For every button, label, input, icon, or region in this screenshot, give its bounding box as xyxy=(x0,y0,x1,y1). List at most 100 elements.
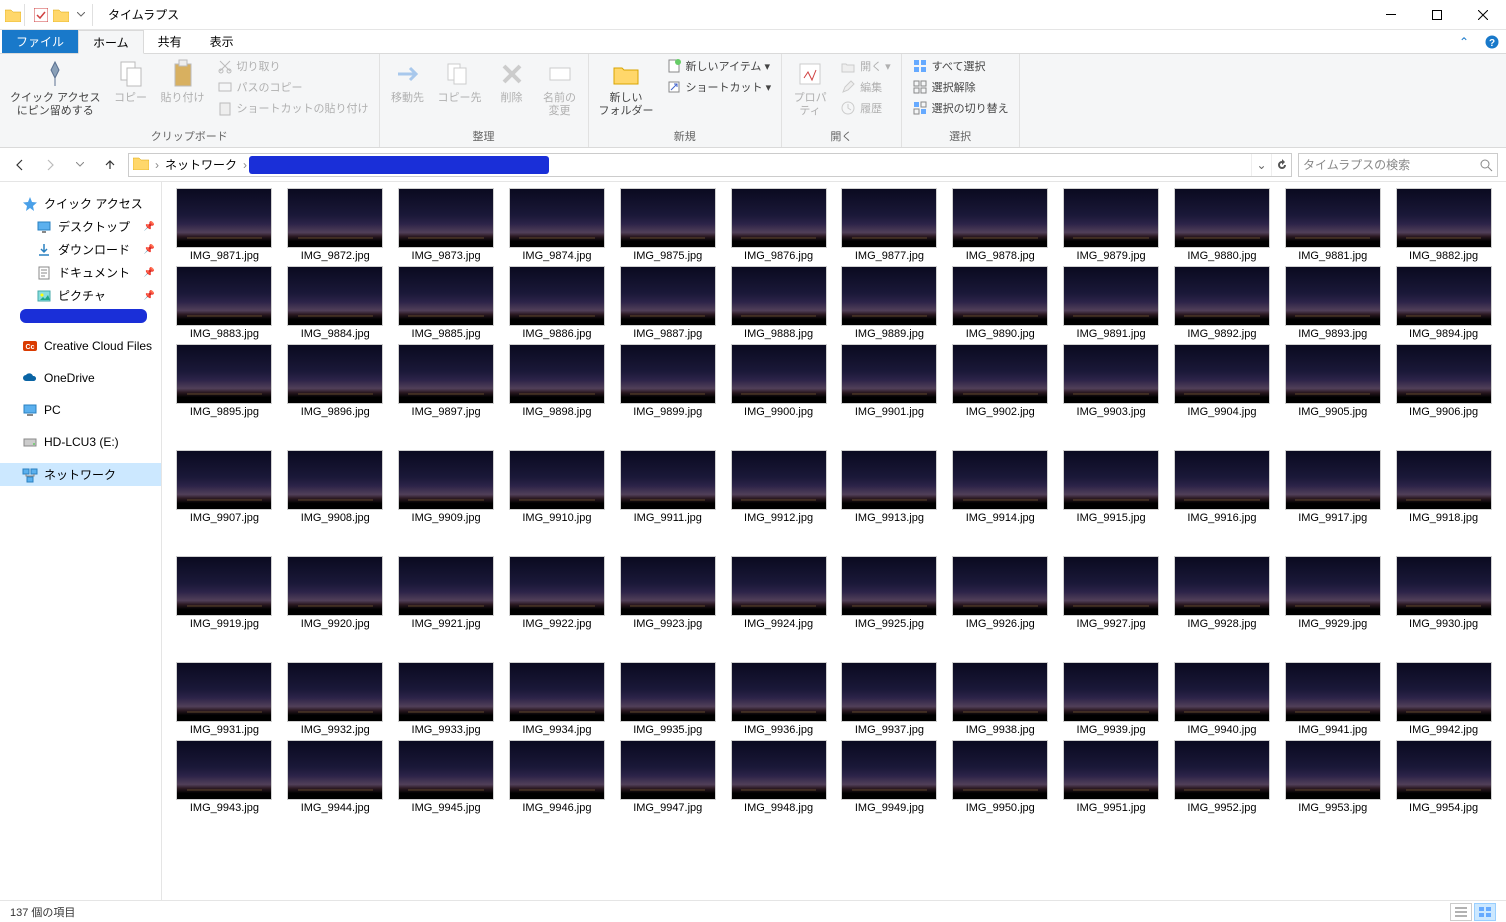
file-item[interactable]: IMG_9876.jpg xyxy=(726,188,831,262)
sidebar-item[interactable]: OneDrive xyxy=(0,367,161,389)
sidebar-item[interactable]: PC xyxy=(0,399,161,421)
file-item[interactable]: IMG_9948.jpg xyxy=(726,740,831,814)
file-item[interactable]: IMG_9912.jpg xyxy=(726,450,831,524)
file-item[interactable]: IMG_9944.jpg xyxy=(283,740,388,814)
file-item[interactable]: IMG_9919.jpg xyxy=(172,556,277,630)
file-item[interactable]: IMG_9933.jpg xyxy=(394,662,499,736)
copy-button[interactable]: コピー xyxy=(109,56,153,107)
refresh-button[interactable] xyxy=(1271,154,1291,176)
up-button[interactable] xyxy=(98,153,122,177)
file-item[interactable]: IMG_9917.jpg xyxy=(1280,450,1385,524)
file-item[interactable]: IMG_9950.jpg xyxy=(948,740,1053,814)
file-item[interactable]: IMG_9949.jpg xyxy=(837,740,942,814)
help-icon[interactable]: ? xyxy=(1478,30,1506,53)
file-item[interactable]: IMG_9884.jpg xyxy=(283,266,388,340)
cut-button[interactable]: 切り取り xyxy=(213,56,373,76)
file-item[interactable]: IMG_9883.jpg xyxy=(172,266,277,340)
file-item[interactable]: IMG_9872.jpg xyxy=(283,188,388,262)
file-item[interactable]: IMG_9889.jpg xyxy=(837,266,942,340)
paste-button[interactable]: 貼り付け xyxy=(157,56,209,107)
file-item[interactable]: IMG_9906.jpg xyxy=(1391,344,1496,418)
tab-view[interactable]: 表示 xyxy=(196,30,248,53)
file-item[interactable]: IMG_9891.jpg xyxy=(1059,266,1164,340)
file-item[interactable]: IMG_9926.jpg xyxy=(948,556,1053,630)
sidebar-item[interactable]: ネットワーク xyxy=(0,463,161,486)
file-item[interactable]: IMG_9890.jpg xyxy=(948,266,1053,340)
file-item[interactable]: IMG_9873.jpg xyxy=(394,188,499,262)
file-item[interactable]: IMG_9913.jpg xyxy=(837,450,942,524)
file-item[interactable]: IMG_9951.jpg xyxy=(1059,740,1164,814)
file-item[interactable]: IMG_9907.jpg xyxy=(172,450,277,524)
search-input[interactable]: タイムラプスの検索 xyxy=(1298,153,1498,177)
sidebar-item[interactable]: デスクトップ📌 xyxy=(0,215,161,238)
file-item[interactable]: IMG_9911.jpg xyxy=(615,450,720,524)
copy-path-button[interactable]: パスのコピー xyxy=(213,77,373,97)
new-shortcut-button[interactable]: ショートカット ▾ xyxy=(662,77,776,97)
maximize-button[interactable] xyxy=(1414,0,1460,30)
file-item[interactable]: IMG_9918.jpg xyxy=(1391,450,1496,524)
delete-button[interactable]: 削除 xyxy=(490,56,534,107)
file-item[interactable]: IMG_9947.jpg xyxy=(615,740,720,814)
recent-dropdown-icon[interactable] xyxy=(68,153,92,177)
edit-button[interactable]: 編集 xyxy=(836,77,895,97)
file-item[interactable]: IMG_9886.jpg xyxy=(505,266,610,340)
new-folder-button[interactable]: 新しい フォルダー xyxy=(595,56,658,120)
file-item[interactable]: IMG_9925.jpg xyxy=(837,556,942,630)
file-item[interactable]: IMG_9894.jpg xyxy=(1391,266,1496,340)
history-button[interactable]: 履歴 xyxy=(836,98,895,118)
file-item[interactable]: IMG_9929.jpg xyxy=(1280,556,1385,630)
file-item[interactable]: IMG_9939.jpg xyxy=(1059,662,1164,736)
file-item[interactable]: IMG_9921.jpg xyxy=(394,556,499,630)
file-item[interactable]: IMG_9893.jpg xyxy=(1280,266,1385,340)
tab-file[interactable]: ファイル xyxy=(2,30,78,53)
file-item[interactable]: IMG_9900.jpg xyxy=(726,344,831,418)
tab-share[interactable]: 共有 xyxy=(144,30,196,53)
file-item[interactable]: IMG_9946.jpg xyxy=(505,740,610,814)
file-item[interactable]: IMG_9881.jpg xyxy=(1280,188,1385,262)
address-dropdown-icon[interactable]: ⌄ xyxy=(1251,154,1271,176)
file-item[interactable]: IMG_9909.jpg xyxy=(394,450,499,524)
file-item[interactable]: IMG_9945.jpg xyxy=(394,740,499,814)
file-item[interactable]: IMG_9924.jpg xyxy=(726,556,831,630)
file-item[interactable]: IMG_9931.jpg xyxy=(172,662,277,736)
file-item[interactable]: IMG_9882.jpg xyxy=(1391,188,1496,262)
file-item[interactable]: IMG_9878.jpg xyxy=(948,188,1053,262)
file-item[interactable]: IMG_9888.jpg xyxy=(726,266,831,340)
file-item[interactable]: IMG_9935.jpg xyxy=(615,662,720,736)
select-all-button[interactable]: すべて選択 xyxy=(908,56,1013,76)
sidebar-item[interactable]: ダウンロード📌 xyxy=(0,238,161,261)
thumbnails-view-button[interactable] xyxy=(1474,903,1496,921)
file-list[interactable]: IMG_9871.jpgIMG_9872.jpgIMG_9873.jpgIMG_… xyxy=(162,182,1506,900)
move-to-button[interactable]: 移動先 xyxy=(386,56,430,107)
file-item[interactable]: IMG_9897.jpg xyxy=(394,344,499,418)
file-item[interactable]: IMG_9942.jpg xyxy=(1391,662,1496,736)
file-item[interactable]: IMG_9885.jpg xyxy=(394,266,499,340)
file-item[interactable]: IMG_9902.jpg xyxy=(948,344,1053,418)
open-button[interactable]: 開く ▾ xyxy=(836,56,895,76)
address-bar[interactable]: › ネットワーク › ⌄ xyxy=(128,153,1292,177)
file-item[interactable]: IMG_9932.jpg xyxy=(283,662,388,736)
sidebar-item[interactable]: ピクチャ📌 xyxy=(0,284,161,307)
properties-button[interactable]: プロパ ティ xyxy=(788,56,832,120)
file-item[interactable]: IMG_9903.jpg xyxy=(1059,344,1164,418)
file-item[interactable]: IMG_9898.jpg xyxy=(505,344,610,418)
file-item[interactable]: IMG_9920.jpg xyxy=(283,556,388,630)
file-item[interactable]: IMG_9910.jpg xyxy=(505,450,610,524)
details-view-button[interactable] xyxy=(1450,903,1472,921)
file-item[interactable]: IMG_9892.jpg xyxy=(1170,266,1275,340)
file-item[interactable]: IMG_9880.jpg xyxy=(1170,188,1275,262)
file-item[interactable]: IMG_9936.jpg xyxy=(726,662,831,736)
file-item[interactable]: IMG_9915.jpg xyxy=(1059,450,1164,524)
file-item[interactable]: IMG_9874.jpg xyxy=(505,188,610,262)
back-button[interactable] xyxy=(8,153,32,177)
file-item[interactable]: IMG_9877.jpg xyxy=(837,188,942,262)
file-item[interactable]: IMG_9943.jpg xyxy=(172,740,277,814)
file-item[interactable]: IMG_9887.jpg xyxy=(615,266,720,340)
tab-home[interactable]: ホーム xyxy=(78,30,144,54)
deselect-button[interactable]: 選択解除 xyxy=(908,77,1013,97)
file-item[interactable]: IMG_9914.jpg xyxy=(948,450,1053,524)
qat-properties-icon[interactable] xyxy=(32,6,50,24)
file-item[interactable]: IMG_9938.jpg xyxy=(948,662,1053,736)
file-item[interactable]: IMG_9895.jpg xyxy=(172,344,277,418)
file-item[interactable]: IMG_9896.jpg xyxy=(283,344,388,418)
